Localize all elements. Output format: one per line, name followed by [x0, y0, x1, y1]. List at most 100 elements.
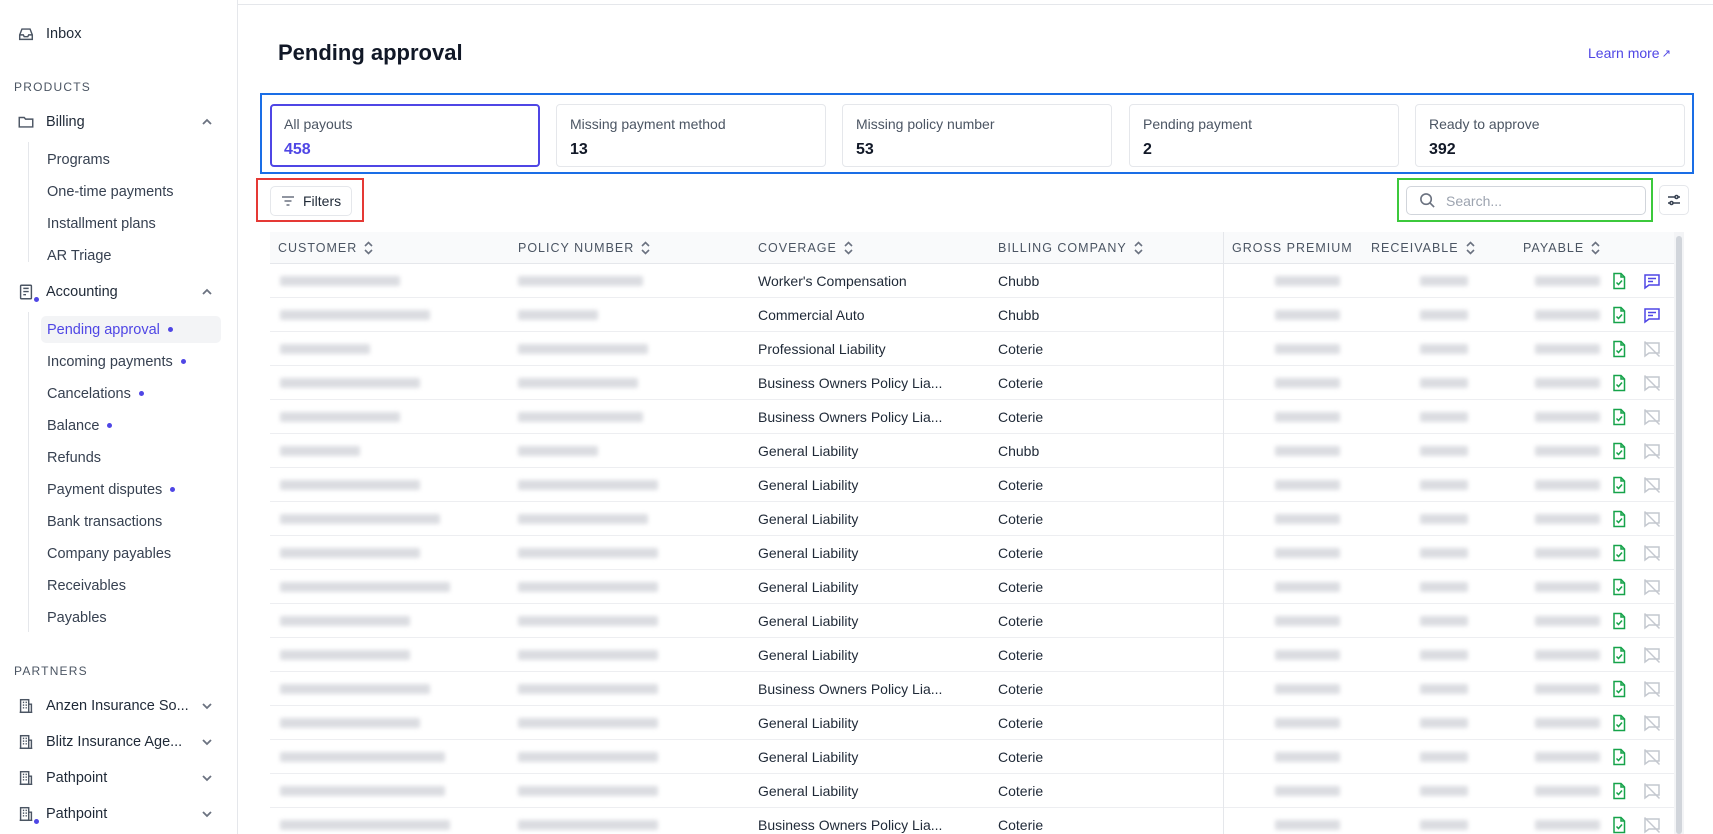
sidebar-item-programs[interactable]: Programs — [41, 146, 221, 173]
table-row[interactable]: General Liability Coterie — [270, 536, 1674, 570]
comment-off-icon[interactable] — [1643, 476, 1661, 494]
filters-button[interactable]: Filters — [270, 186, 352, 216]
search-field[interactable] — [1406, 186, 1646, 215]
table-row[interactable]: General Liability Coterie — [270, 638, 1674, 672]
sidebar-item-company-payables[interactable]: Company payables — [41, 540, 221, 567]
sidebar-item-incoming-payments[interactable]: Incoming payments — [41, 348, 221, 375]
stat-card-missing-payment-method[interactable]: Missing payment method 13 — [556, 104, 826, 167]
column-header-billing-company[interactable]: BILLING COMPANY — [998, 232, 1144, 264]
comment-off-icon[interactable] — [1643, 680, 1661, 698]
table-row[interactable]: General Liability Chubb — [270, 434, 1674, 468]
table-row[interactable]: Business Owners Policy Lia... Coterie — [270, 400, 1674, 434]
document-check-icon[interactable] — [1610, 510, 1628, 528]
column-header-coverage[interactable]: COVERAGE — [758, 232, 854, 264]
comment-off-icon[interactable] — [1643, 782, 1661, 800]
column-header-receivable[interactable]: RECEIVABLE — [1371, 232, 1476, 264]
chevron-down-icon[interactable] — [200, 771, 214, 785]
sidebar-item-payables[interactable]: Payables — [41, 604, 221, 631]
document-check-icon[interactable] — [1610, 272, 1628, 290]
sidebar-item-partner[interactable]: Anzen Insurance So... — [16, 692, 189, 720]
cell-coverage: Business Owners Policy Lia... — [758, 409, 943, 425]
chevron-down-icon[interactable] — [200, 807, 214, 821]
document-check-icon[interactable] — [1610, 374, 1628, 392]
cell-coverage: Business Owners Policy Lia... — [758, 375, 943, 391]
comment-off-icon[interactable] — [1643, 612, 1661, 630]
redacted-gross-premium — [1275, 412, 1340, 422]
column-settings-button[interactable] — [1659, 185, 1689, 215]
comment-off-icon[interactable] — [1643, 340, 1661, 358]
scrollbar-thumb[interactable] — [1676, 236, 1682, 834]
sidebar-item-accounting[interactable]: Accounting — [16, 278, 118, 306]
document-check-icon[interactable] — [1610, 714, 1628, 732]
document-check-icon[interactable] — [1610, 646, 1628, 664]
document-check-icon[interactable] — [1610, 782, 1628, 800]
sidebar-item-cancelations[interactable]: Cancelations — [41, 380, 221, 407]
chevron-up-icon[interactable] — [200, 285, 214, 299]
comment-icon[interactable] — [1643, 272, 1661, 290]
sidebar-item-ar-triage[interactable]: AR Triage — [41, 242, 221, 269]
sidebar-item-balance[interactable]: Balance — [41, 412, 221, 439]
column-header-payable[interactable]: PAYABLE — [1523, 232, 1601, 264]
search-input[interactable] — [1446, 192, 1626, 209]
sidebar-item-partner[interactable]: Blitz Insurance Age... — [16, 728, 182, 756]
comment-off-icon[interactable] — [1643, 816, 1661, 834]
comment-off-icon[interactable] — [1643, 510, 1661, 528]
document-check-icon[interactable] — [1610, 612, 1628, 630]
stat-card-ready-to-approve[interactable]: Ready to approve 392 — [1415, 104, 1685, 167]
column-header-policy-number[interactable]: POLICY NUMBER — [518, 232, 651, 264]
document-check-icon[interactable] — [1610, 544, 1628, 562]
table-row[interactable]: General Liability Coterie — [270, 468, 1674, 502]
learn-more-link[interactable]: Learn more ↗ — [1588, 45, 1671, 61]
sidebar-item-receivables[interactable]: Receivables — [41, 572, 221, 599]
table-row[interactable]: Commercial Auto Chubb — [270, 298, 1674, 332]
comment-off-icon[interactable] — [1643, 714, 1661, 732]
document-check-icon[interactable] — [1610, 748, 1628, 766]
sidebar-item-installment-plans[interactable]: Installment plans — [41, 210, 221, 237]
comment-off-icon[interactable] — [1643, 374, 1661, 392]
table-row[interactable]: General Liability Coterie — [270, 706, 1674, 740]
table-row[interactable]: Business Owners Policy Lia... Coterie — [270, 672, 1674, 706]
table-row[interactable]: Worker's Compensation Chubb — [270, 264, 1674, 298]
table-row[interactable]: General Liability Coterie — [270, 502, 1674, 536]
table-row[interactable]: General Liability Coterie — [270, 604, 1674, 638]
sidebar-item-refunds[interactable]: Refunds — [41, 444, 221, 471]
chevron-up-icon[interactable] — [200, 115, 214, 129]
chevron-down-icon[interactable] — [200, 735, 214, 749]
stat-card-all-payouts[interactable]: All payouts 458 — [270, 104, 540, 167]
comment-off-icon[interactable] — [1643, 748, 1661, 766]
stat-card-missing-policy-number[interactable]: Missing policy number 53 — [842, 104, 1112, 167]
column-header-gross-premium[interactable]: GROSS PREMIUM — [1232, 232, 1353, 264]
table-row[interactable]: Business Owners Policy Lia... Coterie — [270, 366, 1674, 400]
document-check-icon[interactable] — [1610, 680, 1628, 698]
sidebar-item-partner[interactable]: Pathpoint — [16, 800, 107, 828]
document-check-icon[interactable] — [1610, 476, 1628, 494]
table-row[interactable]: Professional Liability Coterie — [270, 332, 1674, 366]
column-header-customer[interactable]: CUSTOMER — [278, 232, 374, 264]
document-check-icon[interactable] — [1610, 442, 1628, 460]
table-row[interactable]: General Liability Coterie — [270, 570, 1674, 604]
redacted-receivable — [1420, 276, 1468, 286]
stat-card-pending-payment[interactable]: Pending payment 2 — [1129, 104, 1399, 167]
sidebar-item-pending-approval[interactable]: Pending approval — [41, 316, 221, 343]
document-check-icon[interactable] — [1610, 306, 1628, 324]
document-check-icon[interactable] — [1610, 340, 1628, 358]
comment-off-icon[interactable] — [1643, 646, 1661, 664]
sidebar-item-payment-disputes[interactable]: Payment disputes — [41, 476, 221, 503]
sidebar-item-bank-transactions[interactable]: Bank transactions — [41, 508, 221, 535]
sidebar-item-partner[interactable]: Pathpoint — [16, 764, 107, 792]
sidebar-item-inbox[interactable]: Inbox — [16, 20, 81, 48]
table-row[interactable]: Business Owners Policy Lia... Coterie — [270, 808, 1674, 834]
comment-off-icon[interactable] — [1643, 408, 1661, 426]
table-row[interactable]: General Liability Coterie — [270, 740, 1674, 774]
chevron-down-icon[interactable] — [200, 699, 214, 713]
sidebar-item-billing[interactable]: Billing — [16, 108, 85, 136]
document-check-icon[interactable] — [1610, 816, 1628, 834]
document-check-icon[interactable] — [1610, 408, 1628, 426]
comment-off-icon[interactable] — [1643, 442, 1661, 460]
comment-off-icon[interactable] — [1643, 578, 1661, 596]
comment-icon[interactable] — [1643, 306, 1661, 324]
document-check-icon[interactable] — [1610, 578, 1628, 596]
comment-off-icon[interactable] — [1643, 544, 1661, 562]
table-row[interactable]: General Liability Coterie — [270, 774, 1674, 808]
sidebar-item-one-time-payments[interactable]: One-time payments — [41, 178, 221, 205]
